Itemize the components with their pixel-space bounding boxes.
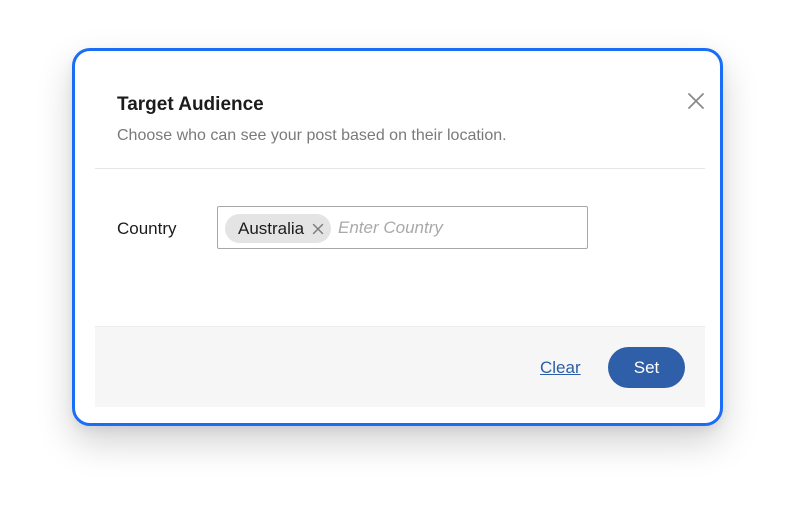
close-button[interactable]: [684, 89, 708, 113]
country-input[interactable]: [338, 215, 578, 241]
set-button[interactable]: Set: [608, 347, 685, 388]
dialog-title: Target Audience: [117, 94, 264, 115]
country-chip: Australia: [225, 214, 332, 243]
page: Target Audience Choose who can see your …: [0, 0, 796, 522]
dialog-footer: Clear Set: [95, 326, 705, 407]
country-label: Country: [117, 219, 177, 238]
remove-country-button[interactable]: [309, 220, 327, 238]
dialog-header: Target Audience Choose who can see your …: [95, 51, 705, 169]
dialog-body: Country Australia: [75, 169, 720, 324]
close-icon: [684, 89, 708, 113]
country-chip-label: Australia: [238, 218, 305, 238]
dialog-subtitle: Choose who can see your post based on th…: [117, 127, 507, 144]
target-audience-dialog: Target Audience Choose who can see your …: [72, 48, 723, 426]
close-icon: [309, 220, 327, 238]
country-token-field[interactable]: Australia: [217, 206, 588, 249]
clear-button[interactable]: Clear: [540, 357, 581, 379]
